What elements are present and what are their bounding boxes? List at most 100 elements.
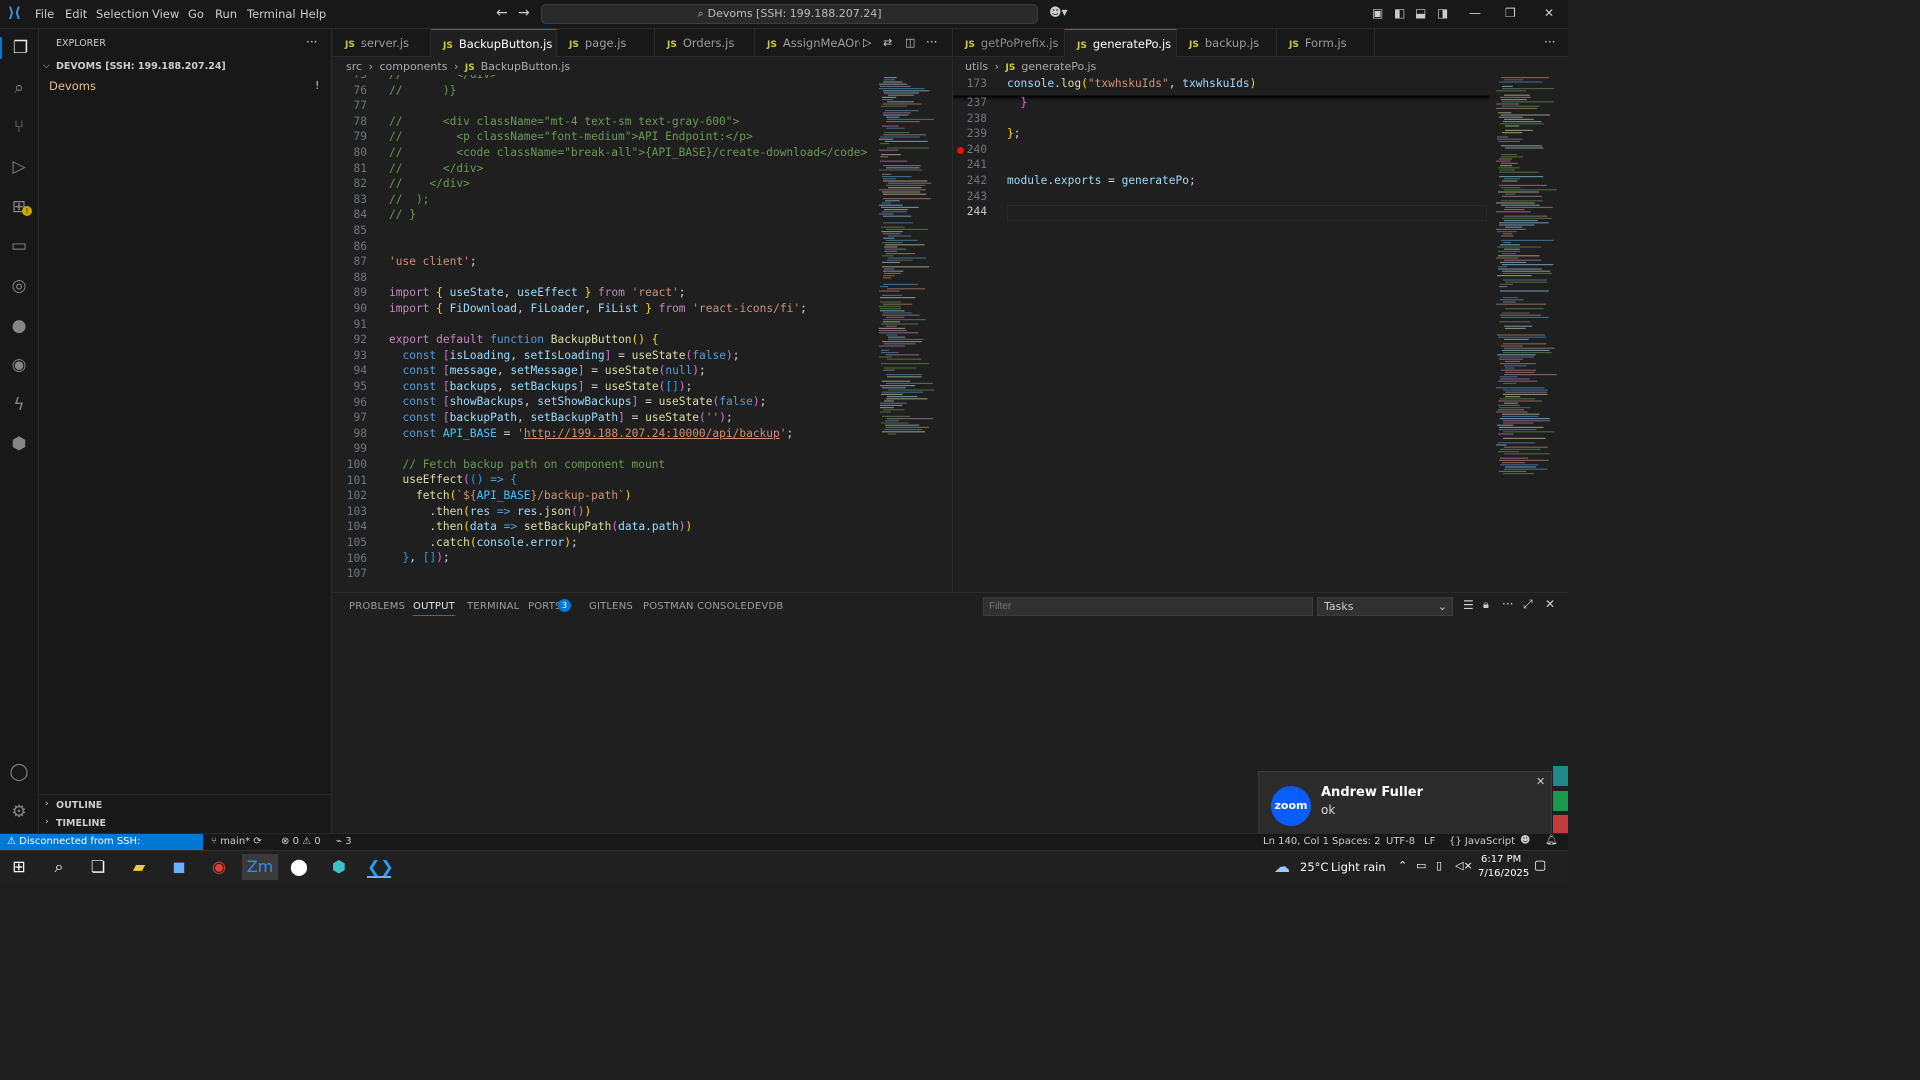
breadcrumb-file[interactable]: generatePo.js	[1021, 60, 1096, 73]
weather-desc[interactable]: Light rain	[1331, 860, 1386, 874]
tab-postman-console[interactable]: POSTMAN CONSOLE	[643, 601, 747, 612]
tab-gitlens[interactable]: GITLENS	[589, 601, 633, 612]
network-icon[interactable]: ▯	[1436, 859, 1442, 872]
microsoft-store-icon[interactable]: ◼	[167, 856, 191, 878]
more-actions-icon[interactable]: ···	[306, 35, 317, 49]
extensions-icon[interactable]: ⊞!	[8, 196, 32, 218]
language-mode[interactable]: {} JavaScript	[1449, 836, 1515, 847]
notifications-bell-icon[interactable]: 🔔︎	[1545, 835, 1558, 846]
back-arrow-icon[interactable]: ←	[496, 5, 508, 21]
volume-muted-icon[interactable]: ◁×	[1455, 859, 1473, 872]
toggle-secondary-sidebar-icon[interactable]: ◨	[1437, 6, 1448, 20]
chrome-icon[interactable]: ◉	[207, 856, 231, 878]
timeline-section[interactable]: TIMELINE	[56, 818, 106, 829]
maximize-panel-icon[interactable]: ⤢	[1523, 597, 1533, 612]
windows-start-icon[interactable]: ⊞	[7, 856, 31, 878]
settings-gear-icon[interactable]: ⚙	[8, 801, 30, 823]
restore-icon[interactable]: ❐	[1505, 6, 1516, 20]
more-actions-icon[interactable]: ···	[1502, 597, 1513, 611]
app-circle-icon[interactable]: ⬤	[287, 856, 311, 878]
close-panel-icon[interactable]: ✕	[1545, 597, 1555, 611]
tab-devdb[interactable]: DEVDB	[747, 601, 783, 612]
clock-date[interactable]: 7/16/2025	[1478, 868, 1529, 879]
cursor-position[interactable]: Ln 140, Col 1	[1263, 836, 1329, 847]
gitlens-inspect-icon[interactable]: ◉	[8, 354, 30, 376]
tab-terminal[interactable]: TERMINAL	[467, 601, 519, 612]
zoom-taskbar-icon[interactable]: Zm	[242, 854, 278, 880]
output-channel-select[interactable]: Tasks ⌄	[1317, 597, 1453, 616]
tab-page-js[interactable]: JS page.js	[557, 29, 655, 57]
code-content[interactable]: // </div> // )} // <div className="mt-4 …	[389, 75, 867, 566]
output-filter-input[interactable]	[983, 597, 1313, 616]
indentation-status[interactable]: Spaces: 2	[1332, 836, 1381, 847]
more-actions-icon[interactable]: ···	[1544, 35, 1555, 49]
right-minimap[interactable]	[1493, 75, 1568, 588]
tab-getpoprefix-js[interactable]: JS getPoPrefix.js	[953, 29, 1065, 57]
zoom-notification[interactable]: zoom Andrew Fuller ok ✕	[1258, 771, 1552, 837]
minimize-icon[interactable]: —	[1469, 6, 1481, 20]
chevron-down-icon[interactable]: ⌵	[43, 61, 50, 71]
task-view-icon[interactable]: ❏	[86, 856, 110, 878]
tab-assignmeaorder[interactable]: JS AssignMeAOrde	[755, 29, 860, 57]
tab-server-js[interactable]: JS server.js	[333, 29, 431, 57]
search-icon[interactable]: ⌕	[8, 77, 30, 99]
left-minimap[interactable]	[876, 75, 942, 588]
problems-status[interactable]: ⊗ 0 ⚠ 0	[281, 836, 321, 847]
compare-changes-icon[interactable]: ⇄	[883, 36, 892, 49]
ports-status[interactable]: ⌁ 3	[336, 836, 352, 847]
lock-icon[interactable]: 🔒︎	[1483, 598, 1489, 612]
run-debug-icon[interactable]: ▷	[8, 156, 30, 178]
file-explorer-icon[interactable]: ▰	[127, 856, 151, 878]
tab-form-js[interactable]: JS Form.js	[1277, 29, 1375, 57]
run-file-icon[interactable]: ▷	[863, 36, 871, 49]
menu-terminal[interactable]: Terminal	[247, 7, 296, 21]
folder-devoms[interactable]: Devoms	[49, 79, 96, 93]
breadcrumb-utils[interactable]: utils	[965, 60, 988, 73]
notification-center-icon[interactable]: ▢	[1534, 858, 1546, 873]
more-actions-icon[interactable]: ···	[926, 35, 937, 49]
outline-section[interactable]: OUTLINE	[56, 800, 102, 811]
tab-backup-js[interactable]: JS backup.js	[1177, 29, 1277, 57]
breadcrumb-src[interactable]: src	[346, 60, 362, 73]
breadcrumb-file[interactable]: BackupButton.js	[481, 60, 570, 73]
tab-backupbutton-js[interactable]: JSBackupButton.js✕	[431, 29, 557, 57]
breadcrumb-components[interactable]: components	[379, 60, 447, 73]
right-editor[interactable]: 173 console.log("txwhskuIds", txwhskuIds…	[953, 75, 1490, 588]
postman-icon[interactable]: ●	[8, 315, 30, 337]
battery-icon[interactable]: ▭	[1416, 859, 1426, 872]
close-window-icon[interactable]: ✕	[1544, 6, 1554, 20]
split-editor-icon[interactable]: ◫	[905, 36, 915, 49]
menu-view[interactable]: View	[152, 7, 179, 21]
clock-time[interactable]: 6:17 PM	[1481, 854, 1521, 865]
workspace-root[interactable]: DEVOMS [SSH: 199.188.207.24]	[56, 61, 226, 72]
weather-temp[interactable]: 25°C	[1300, 860, 1328, 874]
accounts-icon[interactable]: ◯	[8, 761, 30, 783]
source-control-icon[interactable]: ⑂	[8, 116, 30, 138]
eol-status[interactable]: LF	[1424, 836, 1435, 847]
tab-output[interactable]: OUTPUT	[413, 601, 455, 616]
remote-status[interactable]: ⚠ Disconnected from SSH: 199.188.207.24	[0, 834, 203, 863]
tab-orders-js[interactable]: JS Orders.js	[655, 29, 755, 57]
copilot-icon[interactable]: ☻▾	[1049, 5, 1068, 19]
menu-run[interactable]: Run	[215, 7, 237, 21]
chevron-up-icon[interactable]: ⌃	[1398, 859, 1407, 872]
left-editor[interactable]: 7576777879808182838485868788899091929394…	[333, 75, 873, 588]
close-notification-icon[interactable]: ✕	[1536, 775, 1545, 788]
toggle-primary-sidebar-icon[interactable]: ◧	[1394, 6, 1405, 20]
toggle-panel-icon[interactable]: ⬓	[1415, 6, 1426, 20]
search-icon[interactable]: ⌕	[47, 856, 71, 878]
sticky-scroll[interactable]: 173 console.log("txwhskuIds", txwhskuIds…	[953, 75, 1490, 96]
gitlens-icon[interactable]: ◎	[8, 275, 30, 297]
forward-arrow-icon[interactable]: →	[518, 5, 530, 21]
encoding-status[interactable]: UTF-8	[1386, 836, 1415, 847]
explorer-icon[interactable]: ❐	[0, 37, 39, 59]
menu-selection[interactable]: Selection	[96, 7, 149, 21]
word-wrap-icon[interactable]: ☰	[1463, 598, 1474, 612]
menu-file[interactable]: File	[35, 7, 54, 21]
tab-ports[interactable]: PORTS	[528, 601, 562, 612]
menu-edit[interactable]: Edit	[65, 7, 87, 21]
app-hex-icon[interactable]: ⬢	[327, 856, 351, 878]
tab-problems[interactable]: PROBLEMS	[349, 601, 405, 612]
python-icon[interactable]: ⬢	[8, 433, 30, 455]
customize-layout-icon[interactable]: ▣	[1372, 6, 1383, 20]
